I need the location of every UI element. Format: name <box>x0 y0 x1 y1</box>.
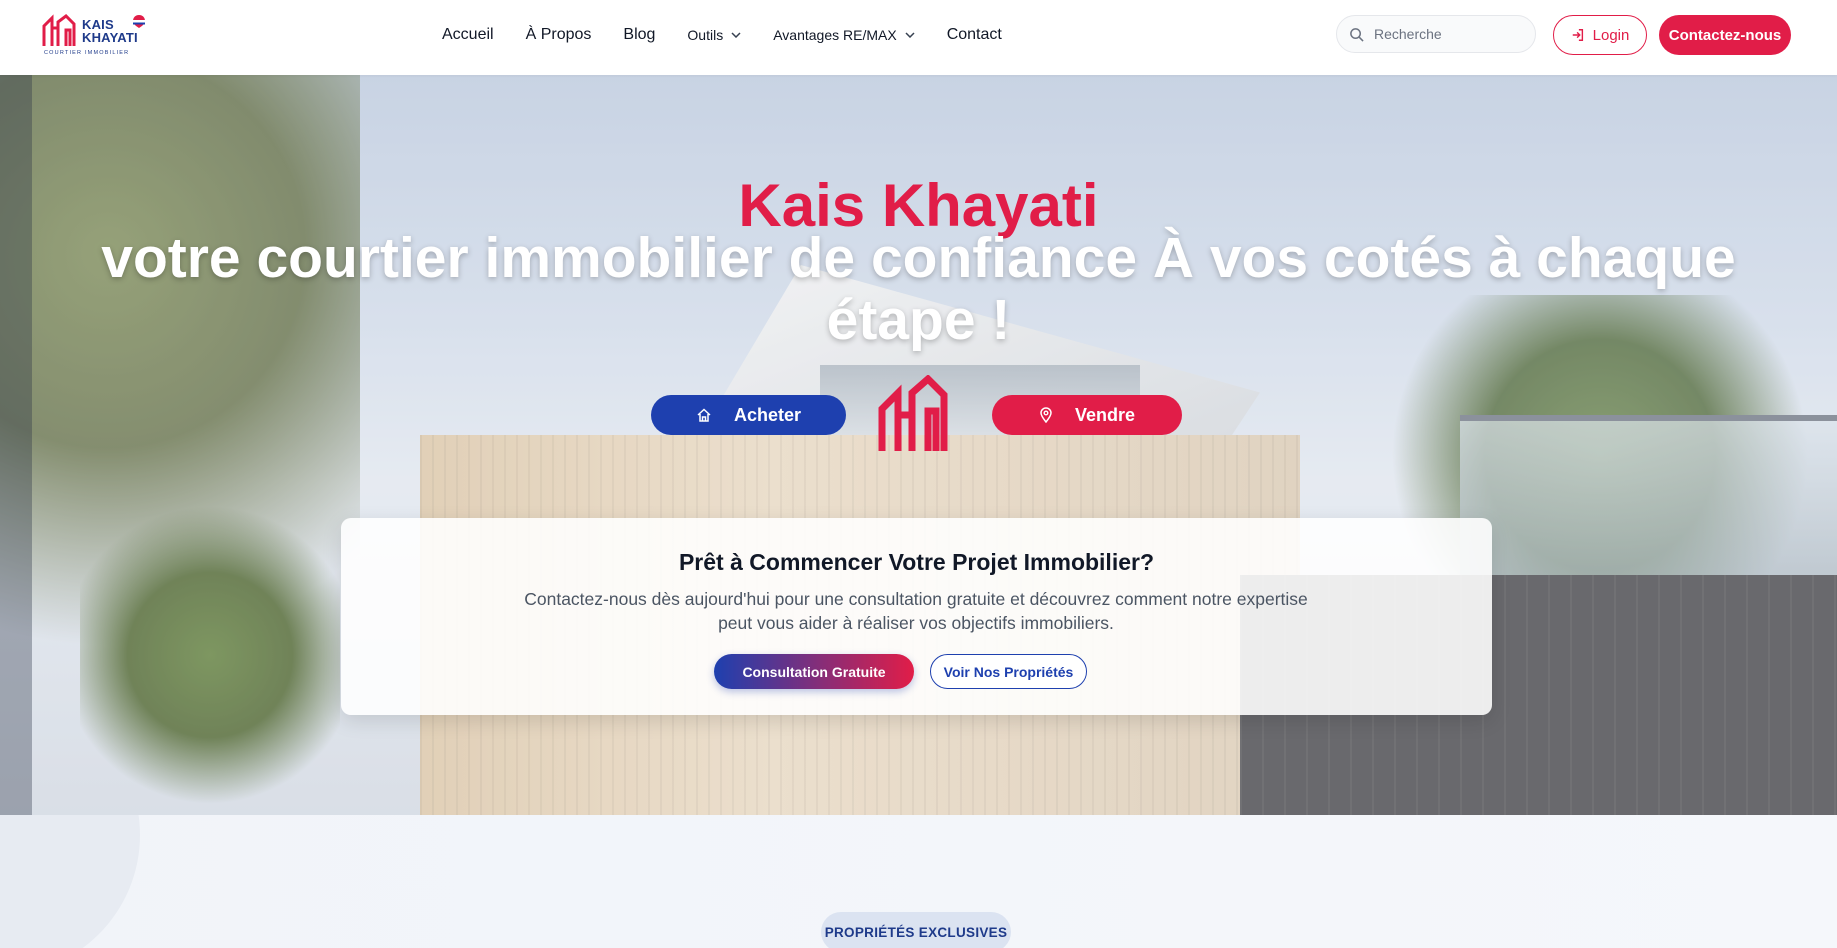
main-menu: Accueil À Propos Blog Outils Avantages R… <box>442 0 1034 70</box>
sell-button[interactable]: Vendre <box>992 395 1182 435</box>
exclusive-properties-section: PROPRIÉTÉS EXCLUSIVES <box>0 815 1837 948</box>
nav-label: À Propos <box>525 26 592 43</box>
nav-item-outils[interactable]: Outils <box>687 27 741 43</box>
hero-section: Kais Khayati votre courtier immobilier d… <box>0 75 1837 815</box>
nav-item-blog[interactable]: Blog <box>623 26 655 44</box>
logo-wordmark: KAIS KHAYATI <box>82 18 138 44</box>
nav-label: Accueil <box>442 26 494 43</box>
nav-label: Blog <box>623 26 656 43</box>
nav-label: Outils <box>687 27 724 43</box>
search-icon <box>1350 27 1364 42</box>
search-box[interactable] <box>1336 15 1536 53</box>
free-consultation-label: Consultation Gratuite <box>742 663 886 680</box>
nav-item-accueil[interactable]: Accueil <box>442 26 494 44</box>
cta-card: Prêt à Commencer Votre Projet Immobilier… <box>341 518 1492 715</box>
buy-button[interactable]: Acheter <box>651 395 846 435</box>
location-pin-icon <box>1040 407 1052 423</box>
buy-label: Acheter <box>733 404 802 425</box>
nav-label: Avantages RE/MAX <box>773 27 897 43</box>
login-label: Login <box>1592 26 1630 44</box>
logo-tagline: COURTIER IMMOBILIER <box>44 50 130 56</box>
login-button[interactable]: Login <box>1553 15 1647 55</box>
house-logo-icon <box>878 375 948 451</box>
house-logo-icon <box>42 14 76 46</box>
view-properties-label: Voir Nos Propriétés <box>943 663 1074 680</box>
search-input[interactable] <box>1372 25 1526 43</box>
nav-label: Contact <box>946 26 1002 43</box>
nav-item-a-propos[interactable]: À Propos <box>526 26 592 44</box>
balloon-icon <box>133 15 145 28</box>
decorative-circle <box>0 815 140 948</box>
sell-label: Vendre <box>1074 404 1136 425</box>
contact-us-label: Contactez-nous <box>1668 26 1782 44</box>
contact-us-button[interactable]: Contactez-nous <box>1659 15 1791 55</box>
cta-text: Contactez-nous dès aujourd'hui pour une … <box>524 589 1308 633</box>
cta-title: Prêt à Commencer Votre Projet Immobilier… <box>678 549 1155 575</box>
nav-item-contact[interactable]: Contact <box>947 26 1002 44</box>
logo-name-line2: KHAYATI <box>82 30 138 45</box>
home-icon <box>697 408 711 422</box>
section-badge: PROPRIÉTÉS EXCLUSIVES <box>821 912 1011 948</box>
view-properties-button[interactable]: Voir Nos Propriétés <box>930 654 1087 689</box>
site-logo[interactable]: KAIS KHAYATI COURTIER IMMOBILIER <box>42 12 152 60</box>
free-consultation-button[interactable]: Consultation Gratuite <box>714 654 914 689</box>
chevron-down-icon <box>905 32 915 38</box>
chevron-down-icon <box>731 32 741 38</box>
top-navbar: KAIS KHAYATI COURTIER IMMOBILIER Accueil… <box>0 0 1837 75</box>
hero-tagline: votre courtier immobilier de confiance À… <box>101 226 1736 352</box>
nav-item-avantages-remax[interactable]: Avantages RE/MAX <box>773 27 915 43</box>
login-icon <box>1572 29 1583 41</box>
